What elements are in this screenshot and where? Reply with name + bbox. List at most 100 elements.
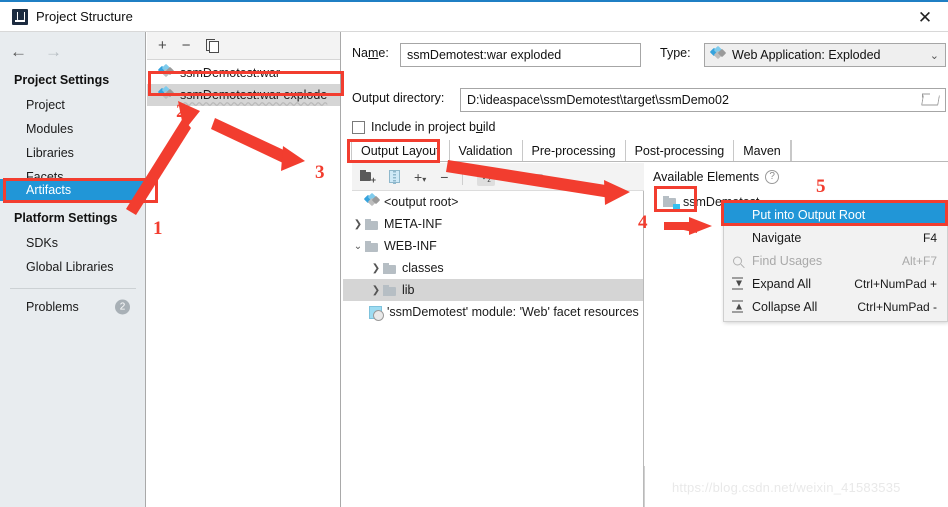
tab-post-processing[interactable]: Post-processing	[624, 140, 735, 161]
tab-label: Pre-processing	[531, 143, 616, 158]
artifact-item-war[interactable]: ssmDemotest:war	[147, 62, 340, 84]
add-artifact-button[interactable]: +	[158, 38, 167, 53]
menu-item-shortcut: Alt+F7	[901, 253, 937, 268]
tab-label: Validation	[458, 143, 513, 158]
title-bar: Project Structure ✕	[0, 0, 948, 31]
menu-item-shortcut: F4	[922, 230, 937, 245]
chevron-down-icon[interactable]: ⌄	[351, 241, 365, 252]
tab-maven[interactable]: Maven	[733, 140, 791, 161]
artifact-item-label: ssmDemotest:war explode	[180, 88, 328, 102]
tree-row-classes[interactable]: ❯ classes	[343, 257, 643, 279]
output-directory-input[interactable]: D:\ideaspace\ssmDemotest\target\ssmDemo0…	[460, 88, 946, 112]
move-up-icon[interactable]	[509, 173, 520, 180]
chevron-right-icon[interactable]: ❯	[369, 263, 383, 274]
close-icon[interactable]: ✕	[902, 2, 948, 33]
name-row: Name:	[352, 46, 389, 60]
name-input[interactable]: ssmDemotest:war exploded	[400, 43, 641, 67]
sidebar-item-problems[interactable]: Problems 2	[0, 295, 146, 319]
tree-row-web-facet-resources[interactable]: 'ssmDemotest' module: 'Web' facet resour…	[343, 301, 643, 323]
sidebar-item-label: Project	[26, 97, 65, 112]
tree-row-label: <output root>	[384, 195, 459, 209]
chevron-right-icon[interactable]: ❯	[369, 285, 383, 296]
sort-az-icon[interactable]: ↓ a z	[477, 167, 496, 186]
collapse-all-icon	[730, 299, 745, 314]
search-icon	[730, 253, 745, 268]
menu-item-label: Put into Output Root	[752, 207, 866, 222]
output-directory-label: Output directory:	[352, 91, 445, 105]
menu-item-shortcut: Ctrl+NumPad +	[854, 276, 937, 291]
tree-row-label: lib	[402, 283, 415, 297]
sidebar-item-libraries[interactable]: Libraries	[0, 142, 146, 163]
copy-icon[interactable]	[205, 39, 219, 53]
problems-count-badge: 2	[115, 299, 130, 315]
menu-item-put-into-output-root[interactable]: Put into Output Root	[724, 203, 947, 226]
forward-arrow-icon[interactable]: →	[45, 43, 62, 60]
sidebar-item-artifacts[interactable]: Artifacts	[0, 179, 146, 201]
annotation-number-5: 5	[816, 176, 826, 197]
facet-icon	[369, 305, 384, 321]
artifact-icon	[157, 63, 175, 80]
sidebar-item-label: Artifacts	[26, 183, 72, 197]
folder-icon	[365, 218, 379, 230]
new-directory-icon[interactable]: +	[360, 170, 376, 185]
tree-row-lib[interactable]: ❯ lib	[343, 279, 643, 301]
tab-output-layout[interactable]: Output Layout	[351, 140, 450, 161]
available-elements-title: Available Elements	[653, 170, 760, 184]
tab-validation[interactable]: Validation	[448, 140, 523, 161]
output-directory-value: D:\ideaspace\ssmDemotest\target\ssmDemo0…	[467, 93, 729, 107]
annotation-number-1: 1	[153, 218, 163, 239]
include-in-build-checkbox[interactable]	[352, 120, 365, 134]
sidebar-item-global-libraries[interactable]: Global Libraries	[0, 256, 146, 277]
tree-row-web-inf[interactable]: ⌄ WEB-INF	[343, 235, 643, 257]
tree-row-label: classes	[402, 261, 444, 275]
type-dropdown-value: Web Application: Exploded	[732, 48, 881, 62]
type-dropdown[interactable]: Web Application: Exploded ⌄	[704, 43, 946, 67]
include-in-build-label: Include in project build	[371, 120, 496, 134]
menu-item-collapse-all[interactable]: Collapse All Ctrl+NumPad -	[724, 295, 947, 318]
folder-icon	[365, 240, 379, 252]
menu-item-label: Find Usages	[752, 253, 823, 268]
menu-item-find-usages: Find Usages Alt+F7	[724, 249, 947, 272]
menu-item-label: Navigate	[752, 230, 802, 245]
name-label: Name:	[352, 46, 389, 60]
settings-sidebar: ← → Project Settings Project Modules Lib…	[0, 32, 146, 507]
menu-item-shortcut: Ctrl+NumPad -	[857, 299, 937, 314]
tree-row-output-root[interactable]: <output root>	[343, 191, 643, 213]
include-in-build-row[interactable]: Include in project build	[352, 120, 495, 134]
expand-all-icon	[730, 276, 745, 291]
menu-item-navigate[interactable]: Navigate F4	[724, 226, 947, 249]
browse-folder-icon[interactable]	[922, 93, 939, 107]
sidebar-item-project[interactable]: Project	[0, 94, 146, 115]
output-layout-tree: <output root> ❯ META-INF ⌄ WEB-INF ❯ cla…	[343, 191, 644, 507]
remove-artifact-button[interactable]: −	[182, 38, 191, 53]
annotation-number-2: 2	[176, 101, 186, 122]
sidebar-heading-platform-settings: Platform Settings	[14, 211, 118, 225]
tab-pre-processing[interactable]: Pre-processing	[521, 140, 626, 161]
sidebar-item-sdks[interactable]: SDKs	[0, 232, 146, 253]
move-down-icon[interactable]	[533, 173, 544, 180]
type-label: Type:	[660, 46, 691, 60]
chevron-right-icon[interactable]: ❯	[351, 219, 365, 230]
sidebar-item-modules[interactable]: Modules	[0, 118, 146, 139]
chevron-down-icon: ⌄	[929, 49, 939, 62]
annotation-number-3: 3	[315, 162, 325, 183]
sidebar-item-label: Global Libraries	[26, 259, 114, 274]
output-directory-row: Output directory:	[352, 91, 444, 105]
tab-strip-filler	[790, 140, 948, 161]
watermark-text: https://blog.csdn.net/weixin_41583535	[672, 480, 901, 495]
annotation-number-4: 4	[638, 212, 648, 233]
tree-row-meta-inf[interactable]: ❯ META-INF	[343, 213, 643, 235]
add-element-button[interactable]: +▾	[414, 170, 426, 184]
sidebar-item-label: Libraries	[26, 145, 74, 160]
jar-archive-icon[interactable]	[389, 170, 400, 184]
panel-divider	[644, 466, 645, 507]
menu-item-label: Collapse All	[752, 299, 818, 314]
sidebar-nav-arrows: ← →	[0, 38, 146, 64]
menu-item-expand-all[interactable]: Expand All Ctrl+NumPad +	[724, 272, 947, 295]
project-structure-dialog: Project Structure ✕ ← → Project Settings…	[0, 0, 948, 507]
remove-element-button[interactable]: −	[440, 170, 448, 184]
tab-label: Output Layout	[361, 143, 440, 158]
help-icon[interactable]: ?	[765, 170, 780, 184]
back-arrow-icon[interactable]: ←	[10, 43, 27, 60]
folder-icon	[383, 262, 397, 274]
